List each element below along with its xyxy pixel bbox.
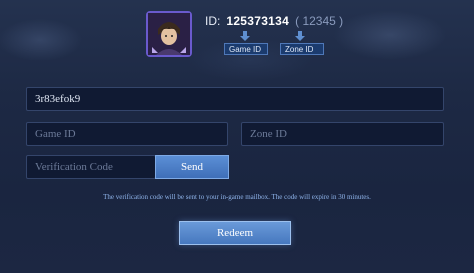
background-art (0, 0, 474, 80)
zone-id-input[interactable] (241, 122, 444, 146)
player-avatar (146, 11, 192, 57)
player-id-line: ID: 125373134 ( 12345 ) (205, 14, 343, 30)
verification-note: The verification code will be sent to yo… (103, 193, 371, 201)
zone-id-tag: Zone ID (280, 43, 324, 55)
send-code-button[interactable]: Send (155, 155, 229, 179)
redeem-button[interactable]: Redeem (179, 221, 291, 245)
player-id-value: 125373134 (226, 14, 290, 28)
arrow-down-icon (240, 31, 250, 41)
zone-id-value: ( 12345 ) (295, 14, 344, 28)
redeem-code-input[interactable] (26, 87, 444, 111)
id-label: ID: (205, 14, 221, 28)
verification-code-input[interactable] (26, 155, 156, 179)
avatar-portrait-icon (148, 13, 190, 55)
arrow-down-icon (295, 31, 305, 41)
game-id-input[interactable] (26, 122, 228, 146)
game-id-tag: Game ID (224, 43, 268, 55)
